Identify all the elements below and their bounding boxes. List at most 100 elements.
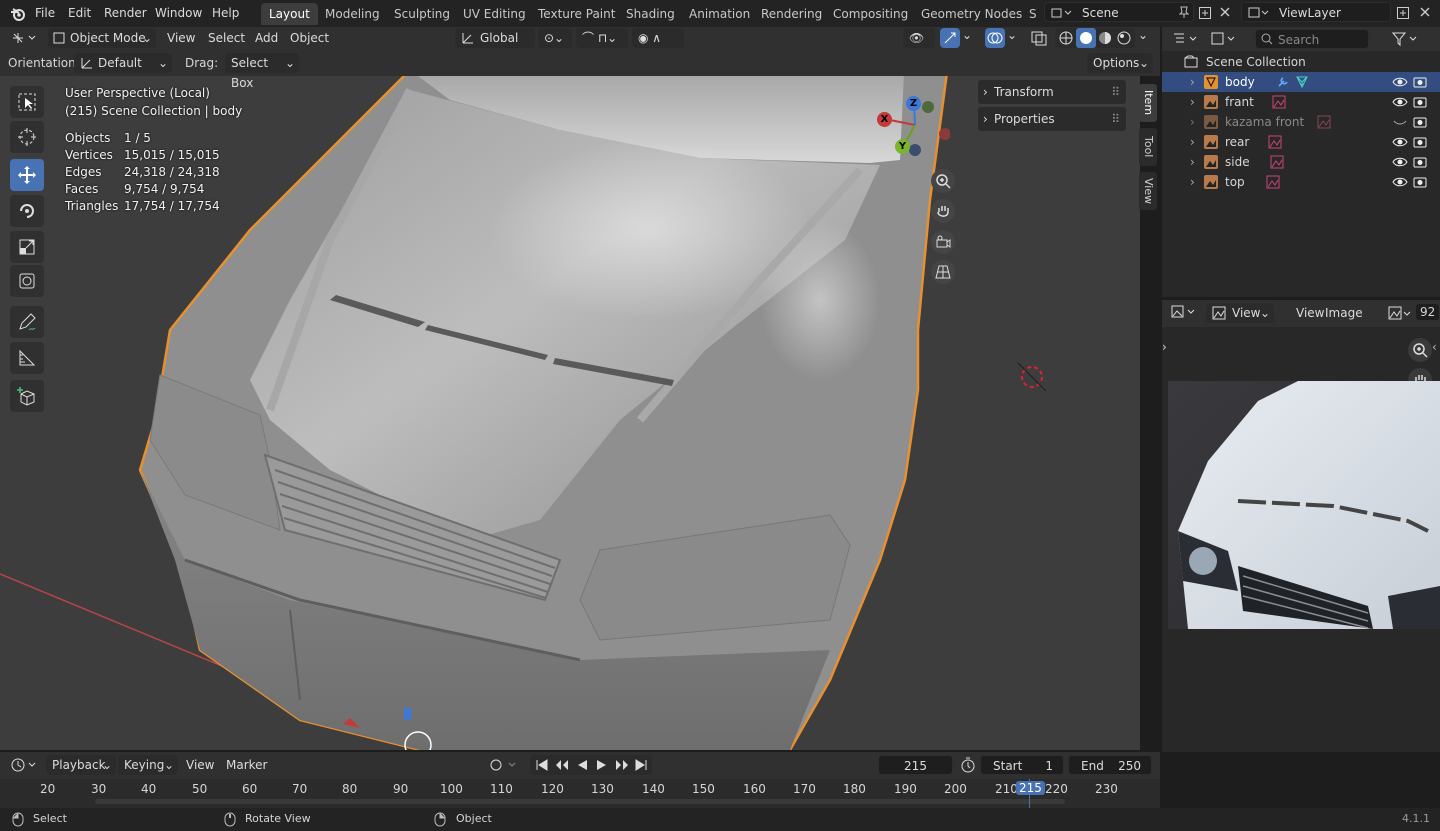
rotate-tool[interactable] (10, 195, 44, 227)
blender-logo-icon[interactable] (10, 6, 26, 22)
tab-rendering[interactable]: Rendering (753, 3, 830, 25)
gizmo-x-axis[interactable]: X (877, 112, 892, 127)
gizmo-toggle-icon[interactable] (940, 28, 960, 48)
transform-tool[interactable] (10, 265, 44, 297)
sidebar-tab-item[interactable]: Item (1139, 84, 1157, 122)
move-tool[interactable] (10, 159, 44, 191)
visibility-eye-icon[interactable] (1392, 154, 1408, 170)
drag-dropdown[interactable]: Select Box ⌄ (225, 53, 299, 90)
mode-selector[interactable]: Object Mode ⌄ (48, 28, 156, 48)
sidebar-tab-view[interactable]: View (1139, 172, 1157, 210)
overlays-dropdown-icon[interactable]: ⌄ (1007, 28, 1017, 42)
hidden-eye-icon[interactable] (1392, 114, 1408, 130)
delete-view-layer-icon[interactable] (1419, 6, 1431, 18)
stopwatch-icon[interactable] (960, 757, 976, 773)
tab-modeling[interactable]: Modeling (317, 3, 388, 25)
image-view-mode-dropdown[interactable]: View ⌄ (1206, 303, 1274, 323)
snapping-icon[interactable]: ⌒ ⊓⌄ (576, 28, 628, 48)
render-camera-icon[interactable] (1412, 94, 1428, 110)
select-box-tool[interactable] (10, 86, 44, 118)
proportional-editing-icon[interactable]: ◉ ∧ (632, 28, 684, 48)
display-mode-icon[interactable] (1210, 31, 1240, 47)
visibility-eye-icon[interactable] (1392, 94, 1408, 110)
transform-orientation-selector[interactable]: Global (455, 28, 535, 48)
filter-icon[interactable] (1392, 31, 1422, 47)
drag-handle-icon[interactable]: ⠿ (1111, 107, 1120, 131)
image-zoom-value[interactable]: 92 (1416, 304, 1440, 320)
add-cube-tool[interactable] (10, 380, 44, 412)
render-camera-icon[interactable] (1412, 74, 1428, 90)
next-keyframe-icon[interactable] (614, 758, 630, 772)
pin-icon[interactable] (1178, 5, 1190, 19)
image-data-icon[interactable] (1317, 115, 1331, 129)
mesh-data-icon[interactable] (1295, 75, 1309, 89)
image-data-icon[interactable] (1266, 175, 1280, 189)
expand-chevron-icon[interactable]: › (1190, 72, 1195, 92)
cursor-tool[interactable] (10, 121, 44, 153)
outliner-root[interactable]: Scene Collection (1162, 52, 1440, 72)
outliner-item-body[interactable]: › body (1162, 72, 1440, 92)
zoom-icon[interactable] (931, 169, 955, 193)
orientation-dropdown[interactable]: Default ⌄ (74, 53, 172, 73)
material-shading-icon[interactable] (1097, 30, 1113, 46)
menu-render[interactable]: Render (98, 4, 153, 23)
play-icon[interactable] (595, 758, 609, 772)
playback-dropdown[interactable]: Playback ⌄ (46, 755, 116, 775)
xray-toggle-icon[interactable] (1030, 30, 1048, 46)
current-frame-field[interactable]: 215 (878, 755, 953, 775)
outliner-item-rear[interactable]: › rear (1162, 132, 1440, 152)
annotate-tool[interactable] (10, 306, 44, 338)
menu-edit[interactable]: Edit (62, 4, 97, 23)
options-dropdown[interactable]: Options ⌄ (1087, 53, 1153, 73)
viewport-menu-object[interactable]: Object (284, 29, 335, 48)
delete-scene-icon[interactable] (1219, 6, 1231, 18)
visibility-eye-icon[interactable] (1392, 134, 1408, 150)
collapse-sidebar-icon[interactable]: › (1162, 340, 1167, 354)
perspective-toggle-icon[interactable] (931, 260, 955, 284)
shading-dropdown-icon[interactable]: ⌄ (1138, 28, 1148, 42)
timeline-editor-type-icon[interactable] (10, 757, 40, 773)
visibility-icon[interactable]: 👁⌄ (903, 28, 935, 65)
properties-panel[interactable]: › Properties ⠿ (978, 107, 1126, 131)
expand-chevron-icon[interactable]: › (1190, 132, 1195, 152)
wireframe-shading-icon[interactable] (1058, 30, 1074, 46)
measure-tool[interactable] (10, 342, 44, 374)
outliner-editor-type-icon[interactable] (1172, 31, 1202, 47)
transform-panel[interactable]: › Transform ⠿ (978, 80, 1126, 104)
expand-chevron-icon[interactable]: › (1190, 152, 1195, 172)
outliner-item-frant[interactable]: › frant (1162, 92, 1440, 112)
view-layer-selector[interactable]: ViewLayer (1241, 2, 1391, 22)
tab-sculpting[interactable]: Sculpting (386, 3, 458, 25)
play-reverse-icon[interactable] (575, 758, 589, 772)
image-sidebar-toggle-icon[interactable]: ‹ (1432, 340, 1437, 354)
expand-chevron-icon[interactable]: › (1190, 112, 1195, 132)
timeline-menu-view[interactable]: View (180, 756, 220, 775)
camera-view-icon[interactable] (931, 230, 955, 254)
render-camera-icon[interactable] (1412, 134, 1428, 150)
expand-chevron-icon[interactable]: › (1190, 92, 1195, 112)
frame-start-field[interactable]: Start 1 (980, 755, 1064, 775)
outliner-item-top[interactable]: › top (1162, 172, 1440, 192)
modifier-wrench-icon[interactable] (1276, 75, 1290, 89)
image-data-icon[interactable] (1268, 135, 1282, 149)
tab-compositing[interactable]: Compositing (825, 3, 916, 25)
timeline-scrollbar[interactable] (95, 799, 1065, 804)
menu-file[interactable]: File (29, 4, 61, 23)
image-menu-image[interactable]: Image (1319, 304, 1369, 323)
drag-handle-icon[interactable]: ⠿ (1111, 80, 1120, 104)
gizmo-y-axis[interactable]: Y (895, 139, 910, 154)
visibility-eye-icon[interactable] (1392, 74, 1408, 90)
timeline-frame-ruler[interactable]: 20 30 40 50 60 70 80 90 100 110 120 130 … (0, 779, 1160, 808)
pan-hand-icon[interactable] (931, 199, 955, 223)
editor-type-icon[interactable] (10, 30, 40, 46)
expand-chevron-icon[interactable]: › (1190, 172, 1195, 192)
scale-tool[interactable] (10, 231, 44, 263)
tab-animation[interactable]: Animation (681, 3, 758, 25)
new-view-layer-icon[interactable] (1396, 6, 1410, 20)
pivot-point-icon[interactable]: ⊙⌄ (538, 28, 572, 48)
tab-uv-editing[interactable]: UV Editing (455, 3, 534, 25)
auto-keying-icon[interactable] (488, 757, 518, 773)
image-data-icon[interactable] (1270, 155, 1284, 169)
jump-start-icon[interactable] (535, 758, 549, 772)
viewport-menu-view[interactable]: View (161, 29, 201, 48)
